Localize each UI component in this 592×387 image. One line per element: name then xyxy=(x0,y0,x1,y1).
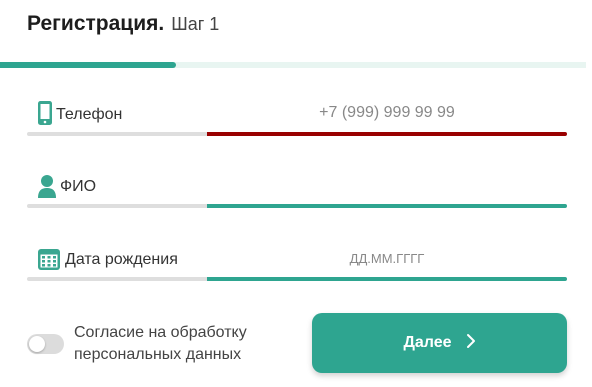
page-title: Регистрация. Шаг 1 xyxy=(27,12,219,36)
registration-form: Регистрация. Шаг 1 Телефон ФИО xyxy=(0,0,592,387)
progress-fill xyxy=(0,62,176,68)
name-underline-left xyxy=(27,204,207,208)
person-icon xyxy=(37,174,56,200)
phone-underline-error xyxy=(207,132,567,136)
next-button-label: Далее xyxy=(403,334,452,351)
consent-label: Согласие на обработку персональных данны… xyxy=(74,322,247,366)
phone-field[interactable]: Телефон xyxy=(27,100,567,136)
consent-label-line2: персональных данных xyxy=(74,346,242,363)
phone-label: Телефон xyxy=(56,106,123,123)
step-indicator: Шаг 1 xyxy=(171,14,220,34)
name-field[interactable]: ФИО xyxy=(27,172,567,208)
consent-label-line1: Согласие на обработку xyxy=(74,324,247,341)
birthdate-field[interactable]: Дата рождения xyxy=(27,245,567,281)
next-button[interactable]: Далее xyxy=(312,313,567,373)
name-label: ФИО xyxy=(60,178,97,195)
birthdate-underline-right xyxy=(207,277,567,281)
title-main: Регистрация. xyxy=(27,12,165,35)
birthdate-underline-left xyxy=(27,277,207,281)
toggle-knob xyxy=(29,336,45,352)
name-underline-right xyxy=(207,204,567,208)
consent-row[interactable]: Согласие на обработку персональных данны… xyxy=(27,318,297,370)
phone-input[interactable] xyxy=(207,102,567,124)
calendar-icon xyxy=(37,247,61,273)
phone-icon xyxy=(36,100,54,126)
birthdate-input[interactable] xyxy=(207,247,567,269)
name-input[interactable] xyxy=(207,174,567,196)
progress-bar xyxy=(0,62,586,68)
phone-underline-left xyxy=(27,132,207,136)
birthdate-label: Дата рождения xyxy=(65,251,178,268)
consent-toggle[interactable] xyxy=(27,334,64,354)
chevron-right-icon xyxy=(466,333,476,354)
